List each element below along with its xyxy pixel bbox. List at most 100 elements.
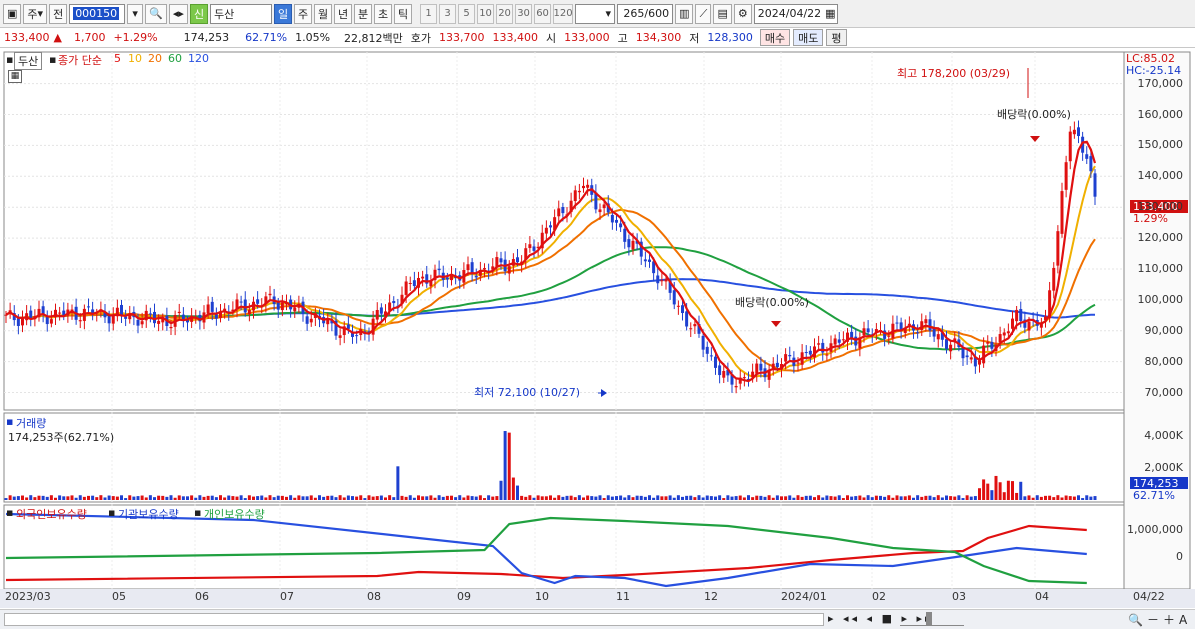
sell-button[interactable]: 매도	[793, 29, 824, 46]
count-field[interactable]: 265/600	[617, 3, 674, 24]
candle-body	[627, 239, 631, 248]
interval-10[interactable]: 10	[477, 3, 495, 24]
zoom-slider[interactable]	[900, 613, 964, 626]
interval-30[interactable]: 30	[515, 3, 533, 24]
calendar-icon[interactable]: ▦	[825, 7, 835, 20]
volume-bar	[338, 495, 342, 500]
layout-icon[interactable]: ▣	[3, 3, 22, 24]
chart-svg	[0, 51, 1195, 608]
eval-button[interactable]: 평	[826, 29, 847, 46]
xlabel-2024-01: 2024/01	[781, 590, 827, 603]
save-icon[interactable]: ▤	[713, 3, 732, 24]
candle-body	[239, 301, 243, 303]
interval-120[interactable]: 120	[553, 3, 574, 24]
search-icon[interactable]: 🔍	[145, 3, 167, 24]
volume-bar	[511, 477, 515, 500]
candle-body	[796, 362, 800, 364]
volume-bar	[635, 495, 639, 500]
candle-body	[755, 363, 759, 374]
volume-bar	[1023, 496, 1027, 500]
volume-bar	[264, 497, 268, 500]
price-ytick: 150,000	[1137, 138, 1184, 152]
individual-holding-label: 개인보유수량	[204, 508, 265, 521]
high-price: 134,300	[635, 31, 682, 44]
interval-1[interactable]: 1	[420, 3, 438, 24]
gear-icon[interactable]: ⚙	[733, 3, 752, 24]
table-icon[interactable]: ▦	[8, 70, 22, 83]
candle-body	[701, 335, 705, 350]
volume-bar	[714, 496, 717, 500]
volume-bar	[375, 496, 379, 500]
volume-bar	[932, 497, 936, 500]
volume-bar	[903, 496, 907, 500]
holding-sep-icon-2: ▪	[194, 506, 202, 519]
candle-icon[interactable]: ▥	[675, 3, 694, 24]
volume-bar	[648, 495, 651, 500]
candle-body	[582, 185, 585, 189]
volume-bar	[54, 497, 57, 500]
code-dropdown-icon[interactable]: ▾	[127, 3, 144, 24]
current-price: 133,400	[4, 31, 50, 44]
line-tool-icon[interactable]: ⟋	[695, 3, 712, 24]
volume-bar	[1019, 481, 1023, 500]
custom-interval-select[interactable]: ▾	[575, 3, 616, 24]
candle-body	[392, 301, 396, 304]
candle-body	[136, 319, 140, 326]
candle-body	[549, 225, 552, 228]
volume-bar	[202, 496, 206, 500]
xaxis-bar	[0, 589, 1195, 608]
volume-bar	[709, 496, 713, 500]
volume-bar	[1093, 496, 1097, 500]
panel-toggle-icon[interactable]: ▪	[6, 53, 13, 66]
candle-body	[276, 301, 280, 310]
period-year[interactable]: 년	[334, 3, 353, 24]
speaker-icon[interactable]: ◂▸	[168, 3, 188, 24]
period-month[interactable]: 월	[314, 3, 333, 24]
period-week[interactable]: 주	[294, 3, 313, 24]
volume-bar	[780, 496, 783, 500]
candle-body	[833, 338, 837, 345]
candle-body	[466, 264, 470, 271]
volume-bar	[1077, 495, 1080, 500]
volume-bar	[330, 495, 334, 500]
buy-button[interactable]: 매수	[759, 29, 791, 46]
volume-bar	[664, 496, 668, 500]
candle-body	[499, 258, 503, 263]
volume-bar	[483, 498, 486, 500]
volume-bar	[536, 495, 540, 500]
volume-bar	[1002, 492, 1006, 500]
chart-area[interactable]: ▪ 두산 ▪ 종가 단순 5 10 20 60 120 ▦ LC:85.02 H…	[0, 48, 1195, 629]
all-button[interactable]: 전	[49, 3, 68, 24]
interval-60[interactable]: 60	[534, 3, 552, 24]
volume-bar	[186, 496, 189, 500]
volume-bar	[619, 495, 623, 500]
zoom-slider-handle[interactable]	[926, 612, 932, 625]
interval-3[interactable]: 3	[439, 3, 457, 24]
volume-bar	[615, 496, 618, 500]
candle-body	[157, 320, 161, 324]
period-tick[interactable]: 틱	[394, 3, 413, 24]
interval-20[interactable]: 20	[496, 3, 514, 24]
zoom-controls[interactable]: 🔍－＋A	[1128, 611, 1191, 628]
volume-bar	[425, 496, 429, 500]
horizontal-scrollbar[interactable]	[4, 613, 824, 626]
candle-body	[1089, 156, 1093, 172]
volume-bar	[487, 495, 491, 500]
code-input[interactable]: 000150	[69, 3, 126, 24]
interval-5[interactable]: 5	[458, 3, 476, 24]
date-field[interactable]: 2024/04/22 ▦	[753, 3, 838, 24]
yaxis-frame	[1123, 51, 1191, 590]
volume-bar	[454, 497, 458, 500]
period-minute[interactable]: 분	[354, 3, 373, 24]
market-select[interactable]: 주 ▾	[23, 3, 48, 24]
candle-body	[895, 322, 899, 324]
candle-body	[928, 319, 932, 331]
volume-current-pct: 62.71%	[1133, 489, 1175, 502]
period-second[interactable]: 초	[374, 3, 393, 24]
volume-bar	[796, 495, 800, 500]
bid-price: 133,400	[492, 31, 539, 44]
volume-bar	[973, 496, 977, 500]
period-day[interactable]: 일	[274, 3, 293, 24]
stock-name-field[interactable]: 두산	[210, 3, 273, 24]
volume-bar	[936, 495, 940, 500]
